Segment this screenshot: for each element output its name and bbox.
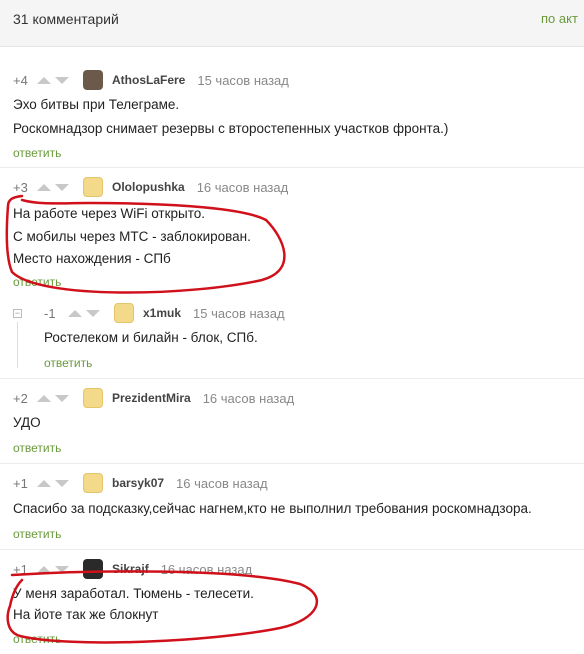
divider <box>0 378 584 379</box>
downvote-icon[interactable] <box>86 309 100 317</box>
comment-time: 16 часов назад <box>176 475 268 491</box>
comment-text-line: Ростелеком и билайн - блок, СПб. <box>44 330 258 345</box>
comment-text-line: Эхо битвы при Телеграме. <box>13 97 180 112</box>
comment-text-line: Спасибо за подсказку,сейчас нагнем,кто н… <box>13 501 532 516</box>
author-name[interactable]: barsyk07 <box>112 476 164 490</box>
reply-link[interactable]: ответить <box>13 441 61 455</box>
author-name[interactable]: AthosLaFere <box>112 73 185 87</box>
avatar[interactable] <box>83 70 103 90</box>
rating-value: +1 <box>13 561 28 577</box>
comment-meta: +1 barsyk07 16 часов назад <box>13 473 268 493</box>
avatar[interactable] <box>114 303 134 323</box>
downvote-icon[interactable] <box>55 394 69 402</box>
reply-link[interactable]: ответить <box>13 275 61 289</box>
avatar[interactable] <box>83 473 103 493</box>
rating-value: +1 <box>13 475 28 491</box>
upvote-icon[interactable] <box>37 565 51 573</box>
comment-time: 16 часов назад <box>202 390 295 406</box>
comments-count: 31 комментарий <box>13 11 119 27</box>
comment-meta: -1 x1muk 15 часов назад <box>44 303 285 323</box>
rating-value: -1 <box>44 305 56 321</box>
comment-meta: +1 Sikrajf 16 часов назад <box>13 559 253 579</box>
downvote-icon[interactable] <box>55 76 69 84</box>
rating-value: +2 <box>13 390 28 406</box>
comment-text-line: На йоте так же блокнут <box>13 607 159 622</box>
divider <box>0 549 584 550</box>
comment-text-line: Место нахождения - СПб <box>13 251 171 266</box>
comments-header: 31 комментарий по акт <box>0 0 584 47</box>
comment-time: 15 часов назад <box>197 72 289 88</box>
author-name[interactable]: PrezidentMira <box>112 391 191 405</box>
downvote-icon[interactable] <box>55 183 69 191</box>
avatar[interactable] <box>83 559 103 579</box>
comment-text-line: На работе через WiFi открыто. <box>13 206 205 221</box>
upvote-icon[interactable] <box>68 309 82 317</box>
rating-value: +4 <box>13 72 28 88</box>
avatar[interactable] <box>83 177 103 197</box>
comment-text-line: УДО <box>13 415 41 430</box>
divider <box>0 463 584 464</box>
upvote-icon[interactable] <box>37 183 51 191</box>
sort-link[interactable]: по акт <box>541 11 578 26</box>
author-name[interactable]: Ololopushka <box>112 180 185 194</box>
comment-text-line: Роскомнадзор снимает резервы с второстеп… <box>13 121 449 136</box>
author-name[interactable]: x1muk <box>143 306 181 320</box>
upvote-icon[interactable] <box>37 394 51 402</box>
reply-link[interactable]: ответить <box>13 632 61 646</box>
comment-text-line: С мобилы через МТС - заблокирован. <box>13 229 251 244</box>
comment-meta: +2 PrezidentMira 16 часов назад <box>13 388 295 408</box>
reply-link[interactable]: ответить <box>13 146 61 160</box>
reply-link[interactable]: ответить <box>13 527 61 541</box>
upvote-icon[interactable] <box>37 479 51 487</box>
downvote-icon[interactable] <box>55 565 69 573</box>
comment-meta: +4 AthosLaFere 15 часов назад <box>13 70 289 90</box>
collapse-thread-icon[interactable]: − <box>13 309 22 318</box>
comment-text-line: У меня заработал. Тюмень - телесети. <box>13 586 254 601</box>
downvote-icon[interactable] <box>55 479 69 487</box>
reply-link[interactable]: ответить <box>44 356 92 370</box>
comment-time: 16 часов назад <box>160 561 253 577</box>
author-name[interactable]: Sikrajf <box>112 562 149 576</box>
thread-line <box>17 322 18 368</box>
rating-value: +3 <box>13 179 28 195</box>
avatar[interactable] <box>83 388 103 408</box>
comment-time: 16 часов назад <box>196 179 289 195</box>
upvote-icon[interactable] <box>37 76 51 84</box>
comment-meta: +3 Ololopushka 16 часов назад <box>13 177 289 197</box>
comment-time: 15 часов назад <box>193 305 285 321</box>
divider <box>0 167 584 168</box>
